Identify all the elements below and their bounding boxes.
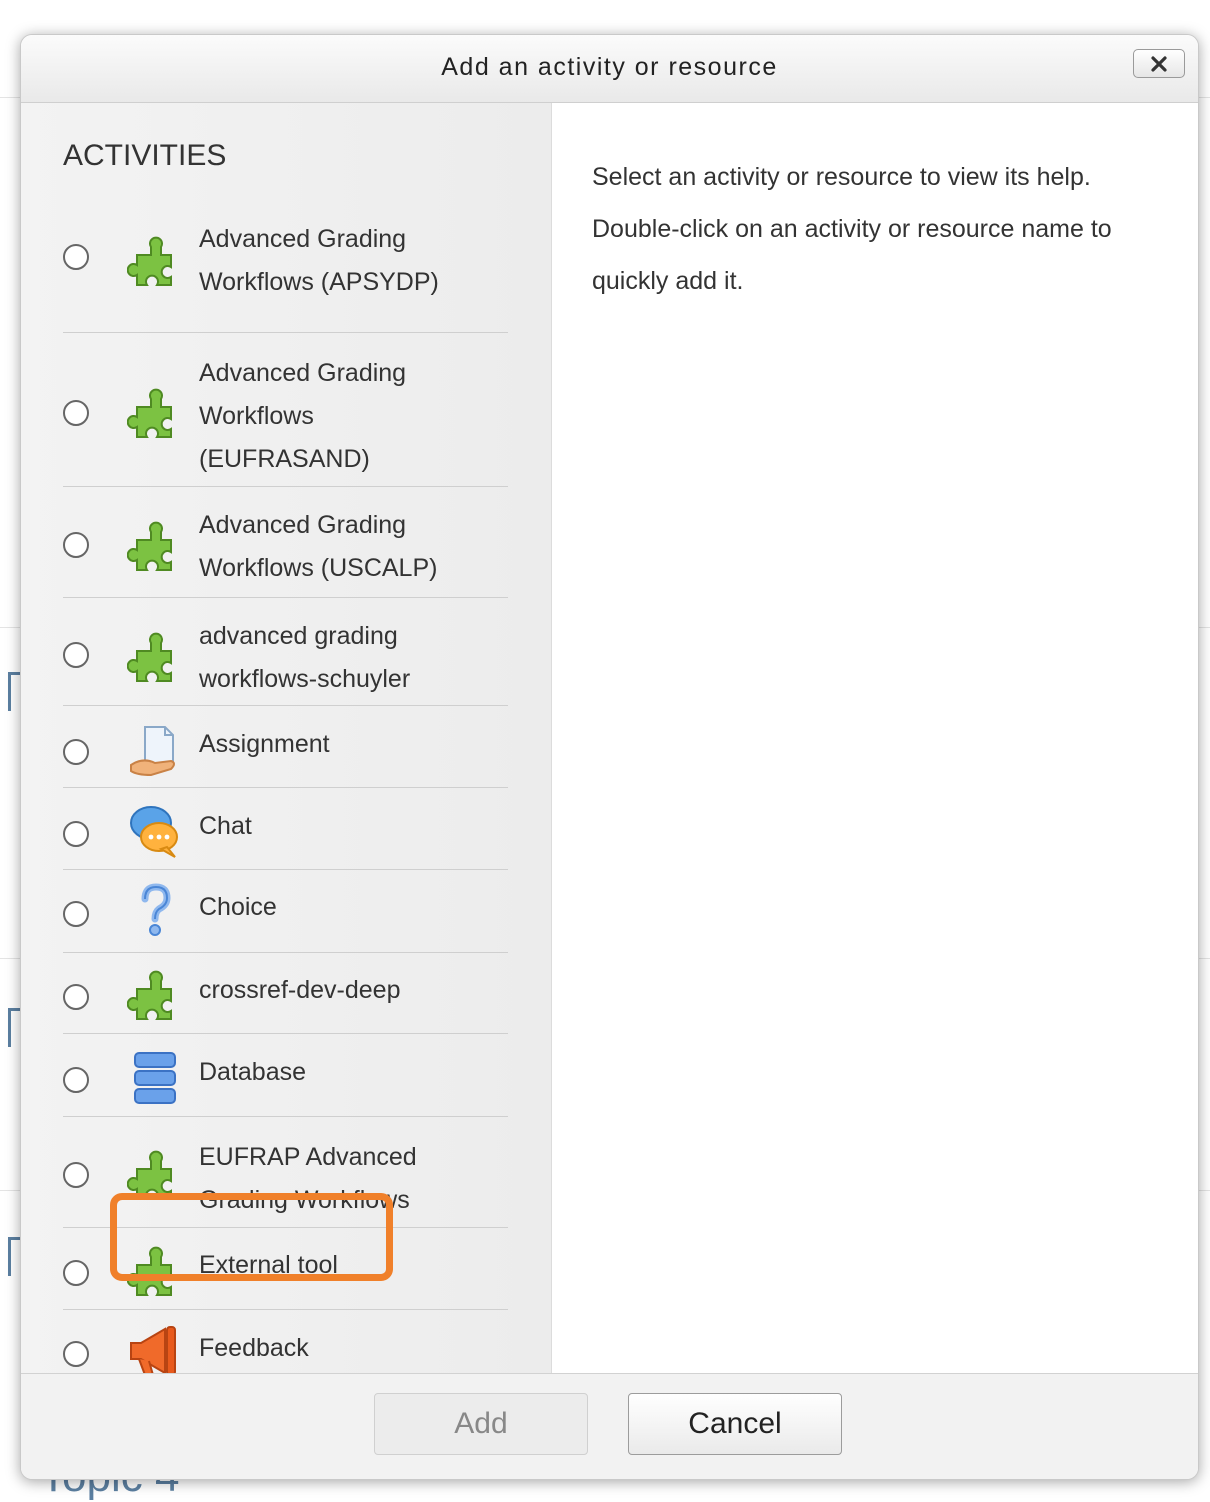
activity-option[interactable]: Advanced Grading Workflows (APSYDP) xyxy=(63,208,508,333)
help-panel: Select an activity or resource to view i… xyxy=(552,103,1198,1373)
activity-radio[interactable] xyxy=(63,1162,89,1188)
activity-list-panel[interactable]: ACTIVITIES Advanced Grading Workflows (A… xyxy=(21,103,552,1393)
activity-option[interactable]: Database xyxy=(63,1033,508,1117)
activity-option[interactable]: Chat xyxy=(63,787,508,870)
activity-radio[interactable] xyxy=(63,1260,89,1286)
activity-label: Feedback xyxy=(199,1334,309,1362)
add-activity-dialog: Add an activity or resource ACTIVITIES A… xyxy=(20,34,1199,1480)
activity-option[interactable]: Choice xyxy=(63,869,508,953)
activity-label: Database xyxy=(199,1058,307,1086)
chat-icon xyxy=(130,806,178,858)
activity-label: advanced grading workflows-schuyler xyxy=(199,622,411,693)
question-icon xyxy=(141,883,171,936)
activity-label: External tool xyxy=(199,1251,338,1279)
activity-radio[interactable] xyxy=(63,244,89,270)
megaphone-icon xyxy=(130,1326,176,1376)
activity-option[interactable]: Advanced Grading Workflows (USCALP) xyxy=(63,486,508,598)
activity-option[interactable]: Assignment xyxy=(63,705,508,788)
activity-label: Choice xyxy=(199,893,277,921)
add-button[interactable]: Add xyxy=(374,1393,588,1455)
activity-label: crossref-dev-deep xyxy=(199,976,401,1004)
activity-radio[interactable] xyxy=(63,1341,89,1367)
dialog-footer: Add Cancel xyxy=(21,1373,1198,1479)
database-icon xyxy=(134,1052,176,1104)
assignment-icon xyxy=(130,726,175,777)
activity-label: Advanced Grading Workflows (EUFRASAND) xyxy=(199,359,407,473)
activity-radio[interactable] xyxy=(63,739,89,765)
activity-label: Advanced Grading Workflows (APSYDP) xyxy=(199,225,439,296)
activity-radio[interactable] xyxy=(63,400,89,426)
activity-option[interactable]: crossref-dev-deep xyxy=(63,952,508,1034)
puzzle-icon xyxy=(127,236,172,286)
dialog-title: Add an activity or resource xyxy=(441,53,778,81)
activity-option[interactable]: advanced grading workflows-schuyler xyxy=(63,597,508,706)
help-text: Select an activity or resource to view i… xyxy=(592,163,1112,295)
close-icon xyxy=(1151,55,1167,72)
activity-label: Assignment xyxy=(199,730,330,758)
puzzle-icon xyxy=(127,388,172,438)
puzzle-icon xyxy=(127,521,172,571)
activity-label: EUFRAP Advanced Grading Workflows xyxy=(199,1143,417,1214)
puzzle-icon xyxy=(127,970,172,1020)
puzzle-icon xyxy=(127,632,172,682)
cancel-button[interactable]: Cancel xyxy=(628,1393,842,1455)
activity-label: Chat xyxy=(199,812,252,840)
puzzle-icon xyxy=(127,1246,172,1296)
activity-radio[interactable] xyxy=(63,642,89,668)
activity-option[interactable]: EUFRAP Advanced Grading Workflows xyxy=(63,1116,508,1228)
dialog-header: Add an activity or resource xyxy=(21,35,1198,103)
activities-heading: ACTIVITIES xyxy=(63,139,227,172)
activity-option[interactable]: Advanced Grading Workflows (EUFRASAND) xyxy=(63,332,508,487)
activity-radio[interactable] xyxy=(63,821,89,847)
activity-radio[interactable] xyxy=(63,532,89,558)
activity-option-external-tool[interactable]: External tool xyxy=(63,1227,508,1310)
close-button[interactable] xyxy=(1133,49,1185,78)
activity-radio[interactable] xyxy=(63,1067,89,1093)
puzzle-icon xyxy=(127,1150,172,1200)
activity-label: Advanced Grading Workflows (USCALP) xyxy=(199,511,438,582)
activity-radio[interactable] xyxy=(63,901,89,927)
activity-radio[interactable] xyxy=(63,984,89,1010)
